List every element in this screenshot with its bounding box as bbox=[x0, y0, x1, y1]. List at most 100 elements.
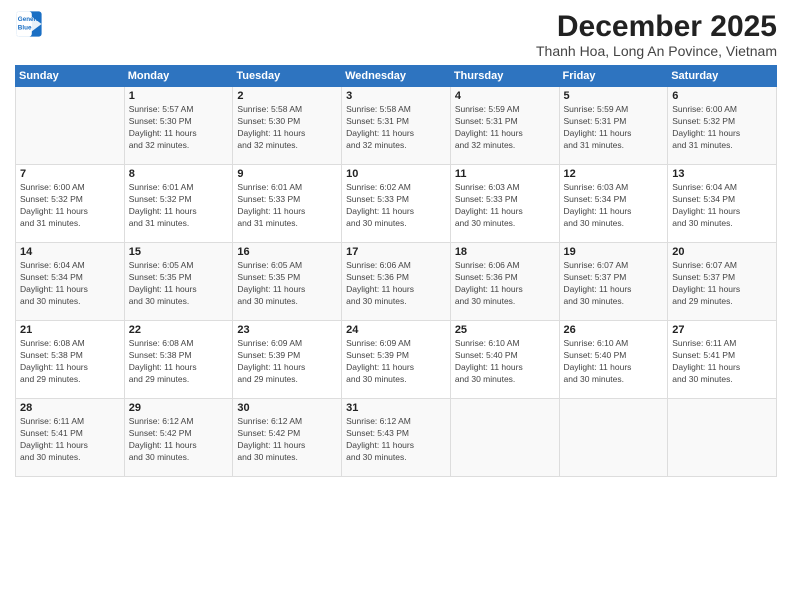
day-number: 21 bbox=[20, 324, 120, 336]
week-row: 14Sunrise: 6:04 AM Sunset: 5:34 PM Dayli… bbox=[16, 243, 777, 321]
day-number: 4 bbox=[455, 90, 555, 102]
subtitle: Thanh Hoa, Long An Povince, Vietnam bbox=[536, 43, 777, 59]
day-number: 16 bbox=[237, 246, 337, 258]
day-number: 26 bbox=[564, 324, 664, 336]
day-info: Sunrise: 5:58 AM Sunset: 5:31 PM Dayligh… bbox=[346, 104, 446, 152]
day-number: 25 bbox=[455, 324, 555, 336]
day-number: 28 bbox=[20, 402, 120, 414]
calendar-cell: 10Sunrise: 6:02 AM Sunset: 5:33 PM Dayli… bbox=[342, 165, 451, 243]
day-info: Sunrise: 6:03 AM Sunset: 5:34 PM Dayligh… bbox=[564, 182, 664, 230]
calendar-cell: 14Sunrise: 6:04 AM Sunset: 5:34 PM Dayli… bbox=[16, 243, 125, 321]
day-info: Sunrise: 6:11 AM Sunset: 5:41 PM Dayligh… bbox=[20, 416, 120, 464]
calendar-cell: 8Sunrise: 6:01 AM Sunset: 5:32 PM Daylig… bbox=[124, 165, 233, 243]
calendar-cell: 26 Sunrise: 6:10 AM Sunset: 5:40 PM Dayli… bbox=[559, 321, 668, 399]
calendar-cell: 23 Sunrise: 6:09 AM Sunset: 5:39 PM Dayli… bbox=[233, 321, 342, 399]
calendar-cell: 22 Sunrise: 6:08 AM Sunset: 5:38 PM Dayli… bbox=[124, 321, 233, 399]
day-number: 15 bbox=[129, 246, 229, 258]
calendar-cell: 15 Sunrise: 6:05 AM Sunset: 5:35 PM Dayli… bbox=[124, 243, 233, 321]
day-number: 5 bbox=[564, 90, 664, 102]
calendar-cell: 5 Sunrise: 5:59 AM Sunset: 5:31 PM Daylig… bbox=[559, 87, 668, 165]
calendar-cell: 7 Sunrise: 6:00 AM Sunset: 5:32 PM Daylig… bbox=[16, 165, 125, 243]
header: General Blue December 2025 Thanh Hoa, Lo… bbox=[15, 10, 777, 59]
day-number: 9 bbox=[237, 168, 337, 180]
day-info: Sunrise: 5:59 AM Sunset: 5:31 PM Dayligh… bbox=[455, 104, 555, 152]
calendar-cell: 13Sunrise: 6:04 AM Sunset: 5:34 PM Dayli… bbox=[668, 165, 777, 243]
day-number: 2 bbox=[237, 90, 337, 102]
week-row: 1 Sunrise: 5:57 AM Sunset: 5:30 PM Daylig… bbox=[16, 87, 777, 165]
day-number: 23 bbox=[237, 324, 337, 336]
day-info: Sunrise: 6:03 AM Sunset: 5:33 PM Dayligh… bbox=[455, 182, 555, 230]
calendar-cell: 31Sunrise: 6:12 AM Sunset: 5:43 PM Dayli… bbox=[342, 399, 451, 477]
calendar-cell: 29Sunrise: 6:12 AM Sunset: 5:42 PM Dayli… bbox=[124, 399, 233, 477]
day-number: 7 bbox=[20, 168, 120, 180]
day-number: 1 bbox=[129, 90, 229, 102]
calendar-cell: 4 Sunrise: 5:59 AM Sunset: 5:31 PM Daylig… bbox=[450, 87, 559, 165]
day-number: 18 bbox=[455, 246, 555, 258]
day-info: Sunrise: 6:00 AM Sunset: 5:32 PM Dayligh… bbox=[20, 182, 120, 230]
day-number: 19 bbox=[564, 246, 664, 258]
calendar-cell: 11Sunrise: 6:03 AM Sunset: 5:33 PM Dayli… bbox=[450, 165, 559, 243]
calendar-cell: 6 Sunrise: 6:00 AM Sunset: 5:32 PM Daylig… bbox=[668, 87, 777, 165]
day-header: Tuesday bbox=[233, 66, 342, 87]
day-info: Sunrise: 6:11 AM Sunset: 5:41 PM Dayligh… bbox=[672, 338, 772, 386]
day-info: Sunrise: 5:59 AM Sunset: 5:31 PM Dayligh… bbox=[564, 104, 664, 152]
day-number: 10 bbox=[346, 168, 446, 180]
day-number: 29 bbox=[129, 402, 229, 414]
day-number: 22 bbox=[129, 324, 229, 336]
day-info: Sunrise: 6:08 AM Sunset: 5:38 PM Dayligh… bbox=[20, 338, 120, 386]
day-info: Sunrise: 6:01 AM Sunset: 5:33 PM Dayligh… bbox=[237, 182, 337, 230]
calendar-cell bbox=[668, 399, 777, 477]
day-info: Sunrise: 6:12 AM Sunset: 5:43 PM Dayligh… bbox=[346, 416, 446, 464]
calendar-cell bbox=[559, 399, 668, 477]
day-info: Sunrise: 6:12 AM Sunset: 5:42 PM Dayligh… bbox=[237, 416, 337, 464]
calendar-cell: 27 Sunrise: 6:11 AM Sunset: 5:41 PM Dayli… bbox=[668, 321, 777, 399]
day-info: Sunrise: 6:09 AM Sunset: 5:39 PM Dayligh… bbox=[237, 338, 337, 386]
day-info: Sunrise: 6:04 AM Sunset: 5:34 PM Dayligh… bbox=[20, 260, 120, 308]
day-number: 13 bbox=[672, 168, 772, 180]
day-info: Sunrise: 5:57 AM Sunset: 5:30 PM Dayligh… bbox=[129, 104, 229, 152]
calendar-cell: 25Sunrise: 6:10 AM Sunset: 5:40 PM Dayli… bbox=[450, 321, 559, 399]
day-header: Sunday bbox=[16, 66, 125, 87]
calendar-cell: 18 Sunrise: 6:06 AM Sunset: 5:36 PM Dayli… bbox=[450, 243, 559, 321]
day-number: 8 bbox=[129, 168, 229, 180]
calendar-cell: 1 Sunrise: 5:57 AM Sunset: 5:30 PM Daylig… bbox=[124, 87, 233, 165]
day-info: Sunrise: 6:00 AM Sunset: 5:32 PM Dayligh… bbox=[672, 104, 772, 152]
calendar-cell: 3 Sunrise: 5:58 AM Sunset: 5:31 PM Daylig… bbox=[342, 87, 451, 165]
logo-icon: General Blue bbox=[15, 10, 43, 38]
day-number: 27 bbox=[672, 324, 772, 336]
day-number: 17 bbox=[346, 246, 446, 258]
logo: General Blue bbox=[15, 10, 43, 38]
day-info: Sunrise: 6:06 AM Sunset: 5:36 PM Dayligh… bbox=[455, 260, 555, 308]
day-info: Sunrise: 6:10 AM Sunset: 5:40 PM Dayligh… bbox=[564, 338, 664, 386]
calendar-cell: 30 Sunrise: 6:12 AM Sunset: 5:42 PM Dayli… bbox=[233, 399, 342, 477]
week-row: 7 Sunrise: 6:00 AM Sunset: 5:32 PM Daylig… bbox=[16, 165, 777, 243]
svg-text:Blue: Blue bbox=[18, 25, 32, 32]
header-row: SundayMondayTuesdayWednesdayThursdayFrid… bbox=[16, 66, 777, 87]
calendar-table: SundayMondayTuesdayWednesdayThursdayFrid… bbox=[15, 65, 777, 477]
day-number: 3 bbox=[346, 90, 446, 102]
day-number: 6 bbox=[672, 90, 772, 102]
calendar-cell bbox=[16, 87, 125, 165]
day-number: 24 bbox=[346, 324, 446, 336]
calendar-cell: 17Sunrise: 6:06 AM Sunset: 5:36 PM Dayli… bbox=[342, 243, 451, 321]
day-info: Sunrise: 5:58 AM Sunset: 5:30 PM Dayligh… bbox=[237, 104, 337, 152]
day-info: Sunrise: 6:09 AM Sunset: 5:39 PM Dayligh… bbox=[346, 338, 446, 386]
day-info: Sunrise: 6:08 AM Sunset: 5:38 PM Dayligh… bbox=[129, 338, 229, 386]
calendar-cell: 19Sunrise: 6:07 AM Sunset: 5:37 PM Dayli… bbox=[559, 243, 668, 321]
day-info: Sunrise: 6:07 AM Sunset: 5:37 PM Dayligh… bbox=[672, 260, 772, 308]
calendar-cell: 12Sunrise: 6:03 AM Sunset: 5:34 PM Dayli… bbox=[559, 165, 668, 243]
calendar-cell: 20Sunrise: 6:07 AM Sunset: 5:37 PM Dayli… bbox=[668, 243, 777, 321]
day-info: Sunrise: 6:05 AM Sunset: 5:35 PM Dayligh… bbox=[129, 260, 229, 308]
calendar-cell: 2 Sunrise: 5:58 AM Sunset: 5:30 PM Daylig… bbox=[233, 87, 342, 165]
week-row: 28 Sunrise: 6:11 AM Sunset: 5:41 PM Dayli… bbox=[16, 399, 777, 477]
week-row: 21 Sunrise: 6:08 AM Sunset: 5:38 PM Dayli… bbox=[16, 321, 777, 399]
month-title: December 2025 bbox=[536, 10, 777, 43]
day-info: Sunrise: 6:05 AM Sunset: 5:35 PM Dayligh… bbox=[237, 260, 337, 308]
calendar-cell: 21 Sunrise: 6:08 AM Sunset: 5:38 PM Dayli… bbox=[16, 321, 125, 399]
calendar-cell bbox=[450, 399, 559, 477]
calendar-cell: 28 Sunrise: 6:11 AM Sunset: 5:41 PM Dayli… bbox=[16, 399, 125, 477]
title-block: December 2025 Thanh Hoa, Long An Povince… bbox=[536, 10, 777, 59]
day-header: Thursday bbox=[450, 66, 559, 87]
day-number: 30 bbox=[237, 402, 337, 414]
day-header: Saturday bbox=[668, 66, 777, 87]
